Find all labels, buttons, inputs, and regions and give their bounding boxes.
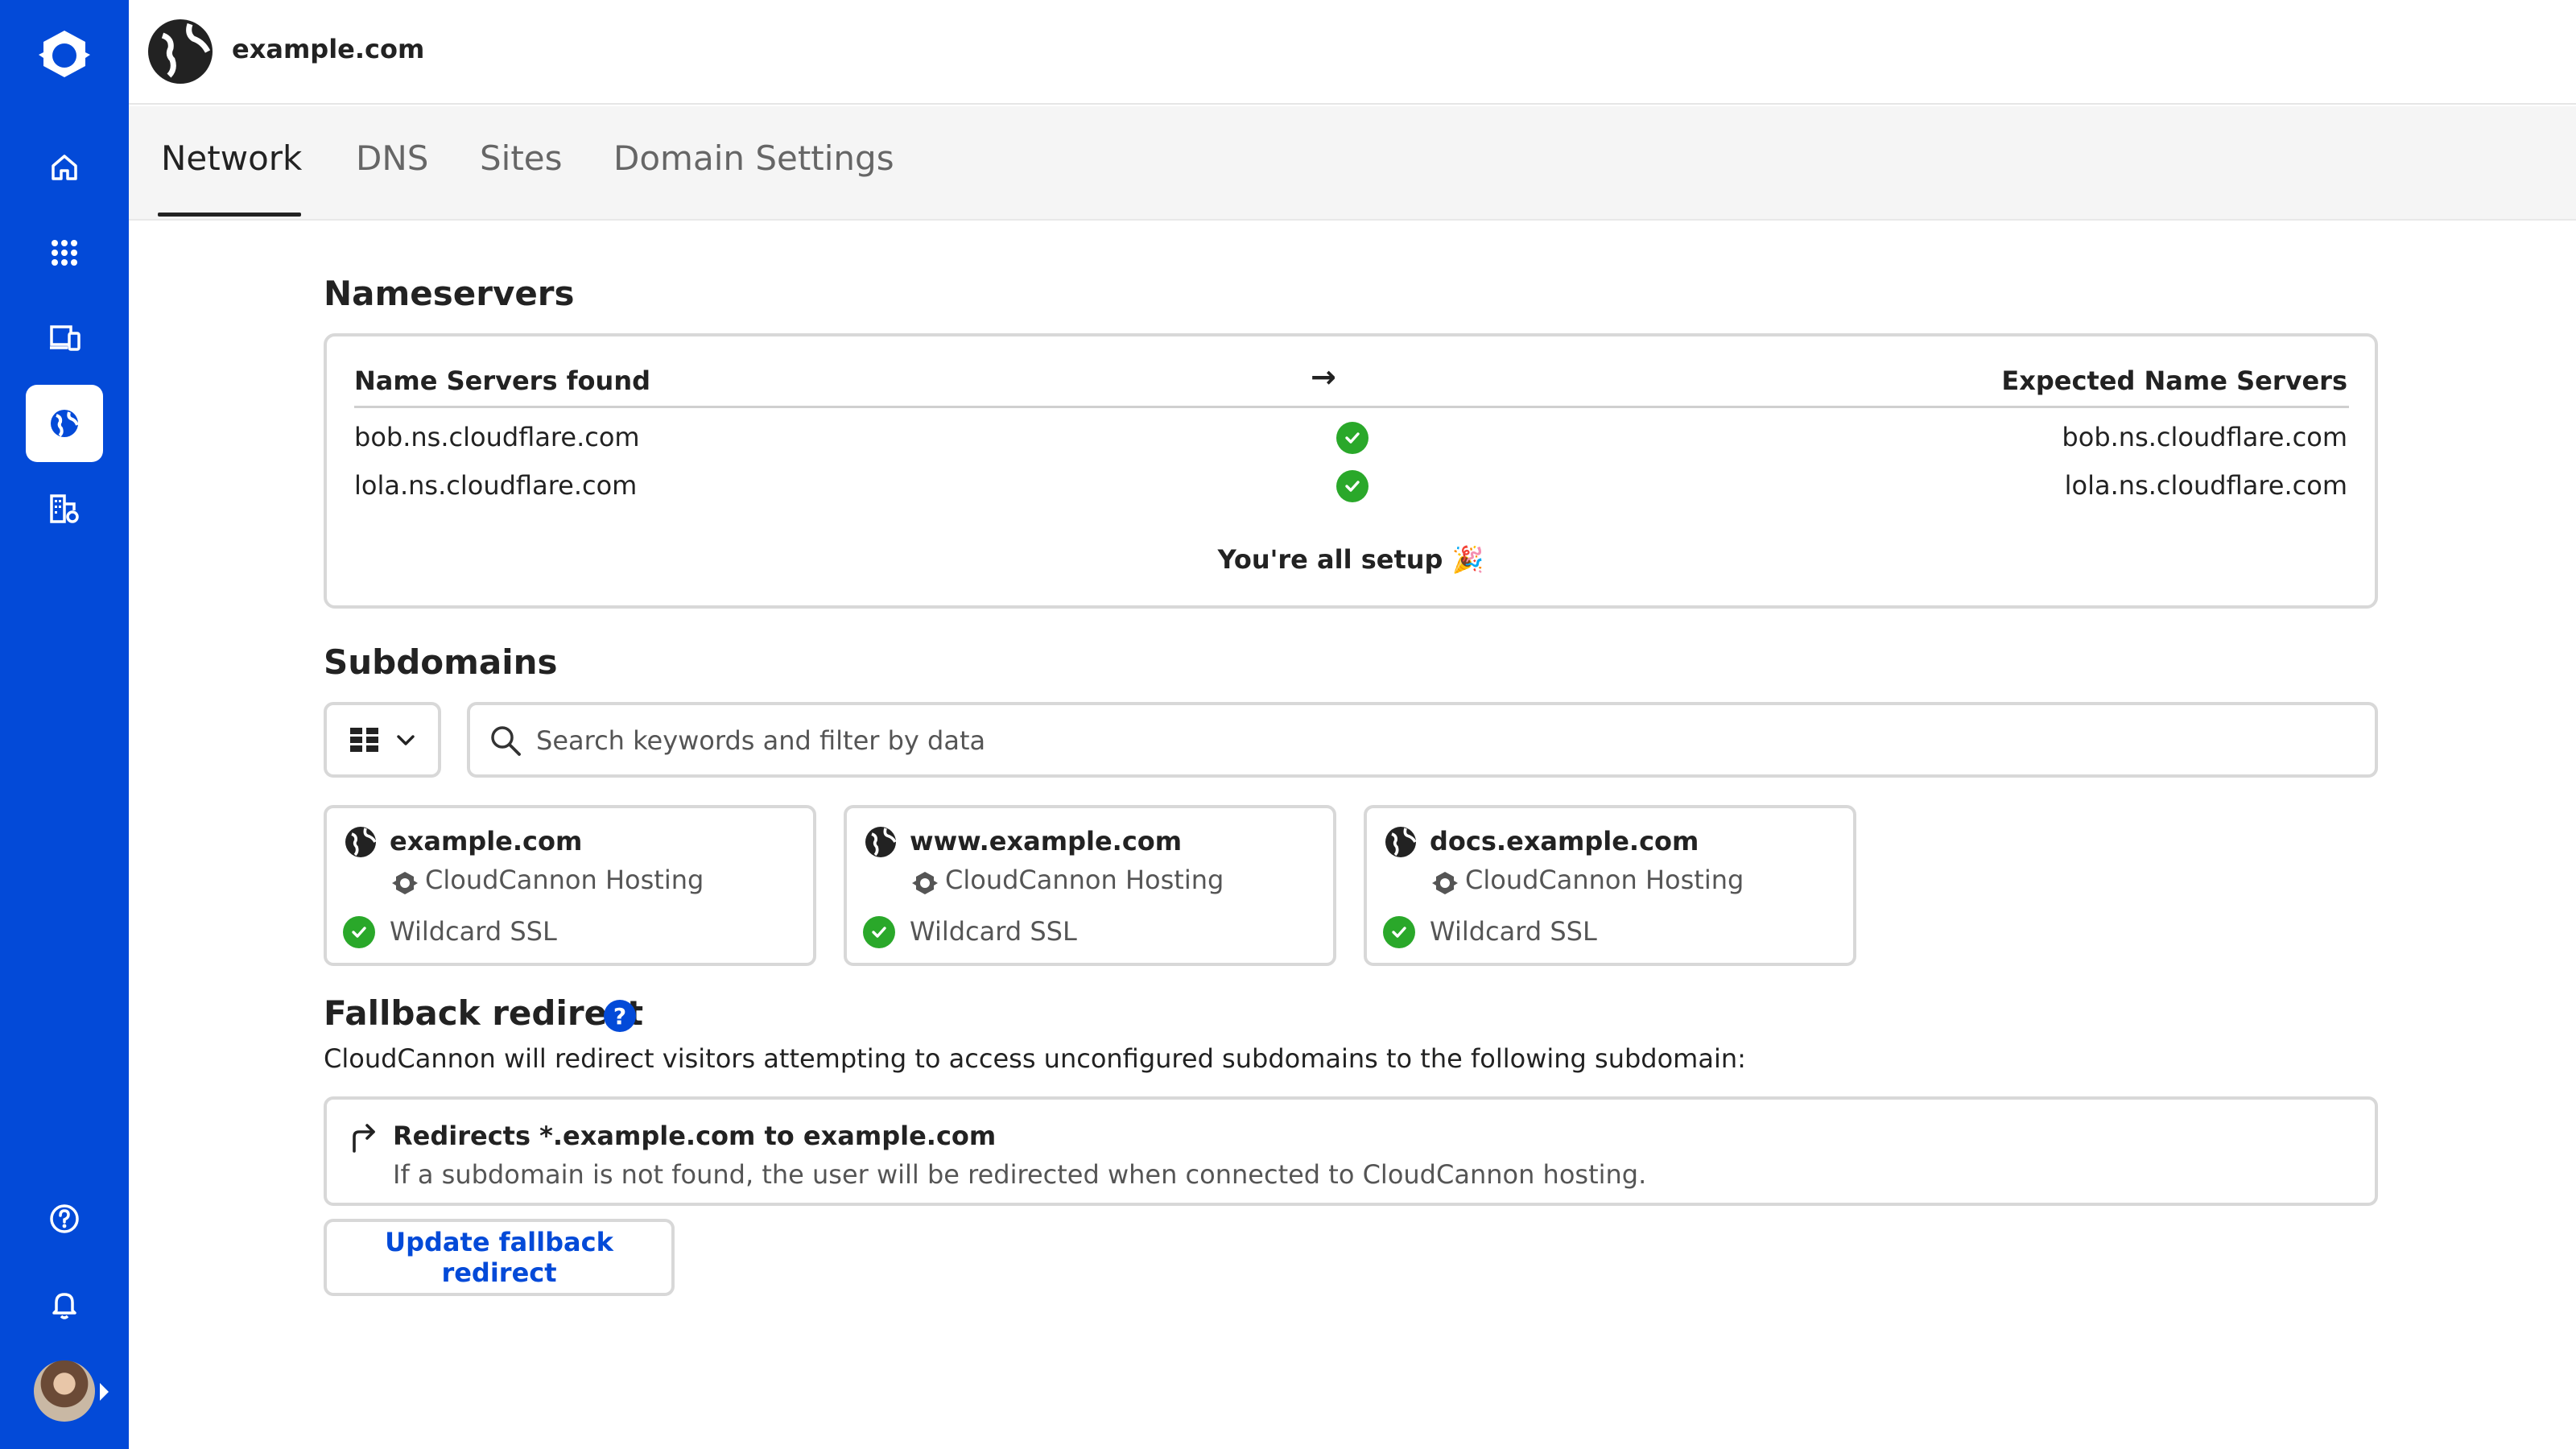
apps-grid-icon <box>52 240 77 266</box>
sidebar-item-apps[interactable] <box>26 214 103 291</box>
found-nameserver: lola.ns.cloudflare.com <box>354 470 638 501</box>
found-nameserver: bob.ns.cloudflare.com <box>354 422 640 452</box>
fallback-heading: Fallback redirect <box>324 993 644 1033</box>
globe-icon <box>51 410 79 437</box>
subdomain-name: example.com <box>390 826 583 857</box>
buildings-settings-icon <box>50 494 79 523</box>
subdomain-card[interactable]: docs.example.com CloudCannon Hosting Wil… <box>1364 805 1856 966</box>
expected-nameserver: bob.ns.cloudflare.com <box>2062 422 2347 452</box>
help-circle-icon <box>50 1204 79 1233</box>
tab-domain-settings[interactable]: Domain Settings <box>613 138 894 207</box>
sidebar-item-domains[interactable] <box>26 385 103 462</box>
avatar[interactable] <box>34 1360 95 1422</box>
ssl-label: Wildcard SSL <box>910 916 1077 947</box>
check-circle-icon <box>1383 916 1415 948</box>
redirect-description: If a subdomain is not found, the user wi… <box>393 1159 1647 1190</box>
redirect-panel: Redirects *.example.com to example.com I… <box>324 1096 2378 1206</box>
tab-bar: Network DNS Sites Domain Settings <box>129 106 2576 219</box>
check-circle-icon <box>1336 422 1368 454</box>
subdomain-name: docs.example.com <box>1430 826 1699 857</box>
check-circle-icon <box>863 916 895 948</box>
top-bar: example.com <box>129 0 2576 105</box>
sidebar-item-home[interactable] <box>26 129 103 206</box>
setup-status: You're all setup 🎉 <box>1217 544 1484 575</box>
sidebar-item-help[interactable] <box>26 1180 103 1257</box>
subdomain-name: www.example.com <box>910 826 1183 857</box>
sidebar-item-notifications[interactable] <box>26 1265 103 1343</box>
globe-icon <box>148 19 213 84</box>
page-title: example.com <box>232 34 425 64</box>
expected-nameserver: lola.ns.cloudflare.com <box>2064 470 2347 501</box>
check-circle-icon <box>343 916 375 948</box>
ssl-label: Wildcard SSL <box>390 916 557 947</box>
subdomains-heading: Subdomains <box>324 642 558 682</box>
chevron-right-icon[interactable] <box>100 1383 109 1401</box>
view-toggle-button[interactable] <box>324 702 441 778</box>
globe-icon <box>865 827 897 857</box>
sidebar-item-organization[interactable] <box>26 470 103 547</box>
nameservers-heading: Nameservers <box>324 274 575 313</box>
update-fallback-redirect-button[interactable]: Update fallback redirect <box>324 1219 675 1296</box>
cloudcannon-icon <box>1432 872 1458 894</box>
fallback-description: CloudCannon will redirect visitors attem… <box>324 1043 1746 1074</box>
globe-icon <box>345 827 377 857</box>
globe-icon <box>1385 827 1417 857</box>
found-header: Name Servers found <box>354 365 650 396</box>
redirect-arrow-icon <box>353 1124 375 1153</box>
devices-icon <box>50 325 80 351</box>
hosting-label: CloudCannon Hosting <box>1465 865 1744 895</box>
tab-network[interactable]: Network <box>161 138 302 207</box>
check-circle-icon <box>1336 470 1368 502</box>
search-input[interactable] <box>536 720 2355 762</box>
hosting-label: CloudCannon Hosting <box>945 865 1224 895</box>
help-icon[interactable]: ? <box>604 1000 636 1032</box>
subdomain-card[interactable]: example.com CloudCannon Hosting Wildcard… <box>324 805 816 966</box>
search-bar <box>467 702 2378 778</box>
sidebar-item-devices[interactable] <box>26 299 103 377</box>
arrow-right-icon: → <box>1311 359 1336 394</box>
search-icon <box>491 726 521 756</box>
sidebar <box>0 0 129 1449</box>
bell-icon <box>52 1293 76 1319</box>
cloudcannon-icon <box>392 872 418 894</box>
active-tab-indicator <box>158 213 301 217</box>
expected-header: Expected Name Servers <box>2001 365 2347 396</box>
hosting-label: CloudCannon Hosting <box>425 865 704 895</box>
home-icon <box>52 155 77 180</box>
nameservers-panel: Name Servers found → Expected Name Serve… <box>324 333 2378 609</box>
subdomain-card[interactable]: www.example.com CloudCannon Hosting Wild… <box>844 805 1336 966</box>
ssl-label: Wildcard SSL <box>1430 916 1597 947</box>
cloudcannon-icon <box>912 872 938 894</box>
tab-dns[interactable]: DNS <box>356 138 428 207</box>
tab-sites[interactable]: Sites <box>480 138 563 207</box>
chevron-down-icon <box>397 735 415 745</box>
redirect-title: Redirects *.example.com to example.com <box>393 1121 997 1151</box>
divider <box>354 406 2349 408</box>
cloudcannon-logo-icon[interactable] <box>32 26 97 90</box>
grid-view-icon <box>350 728 378 752</box>
